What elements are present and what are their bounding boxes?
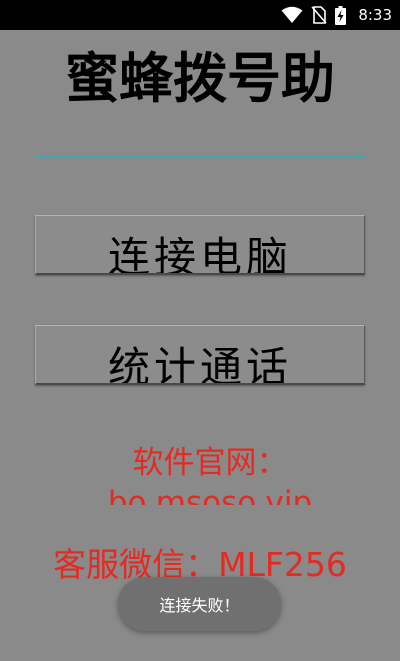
text-input[interactable] (36, 126, 366, 158)
no-sim-icon (311, 6, 327, 24)
connect-computer-button-label: 连接电脑 (107, 233, 292, 275)
battery-charging-icon (335, 5, 347, 25)
toast-message: 连接失败！ (159, 596, 240, 615)
status-bar: 8:33 (0, 0, 400, 30)
website-label: 软件官网： (132, 445, 288, 481)
status-icons: 8:33 (281, 0, 392, 30)
app-title: 蜜蜂拨号助 (65, 47, 335, 110)
call-statistics-button[interactable]: 统计通话 (35, 325, 365, 385)
input-container (36, 126, 366, 158)
toast: 连接失败！ (118, 577, 281, 631)
website-info: 软件官网： bo.msoso.vip (60, 443, 360, 505)
connect-computer-button[interactable]: 连接电脑 (35, 215, 365, 275)
wifi-icon (281, 6, 303, 24)
website-url[interactable]: bo.msoso.vip (60, 483, 360, 505)
clock: 8:33 (358, 6, 392, 24)
call-statistics-button-label: 统计通话 (107, 343, 292, 385)
